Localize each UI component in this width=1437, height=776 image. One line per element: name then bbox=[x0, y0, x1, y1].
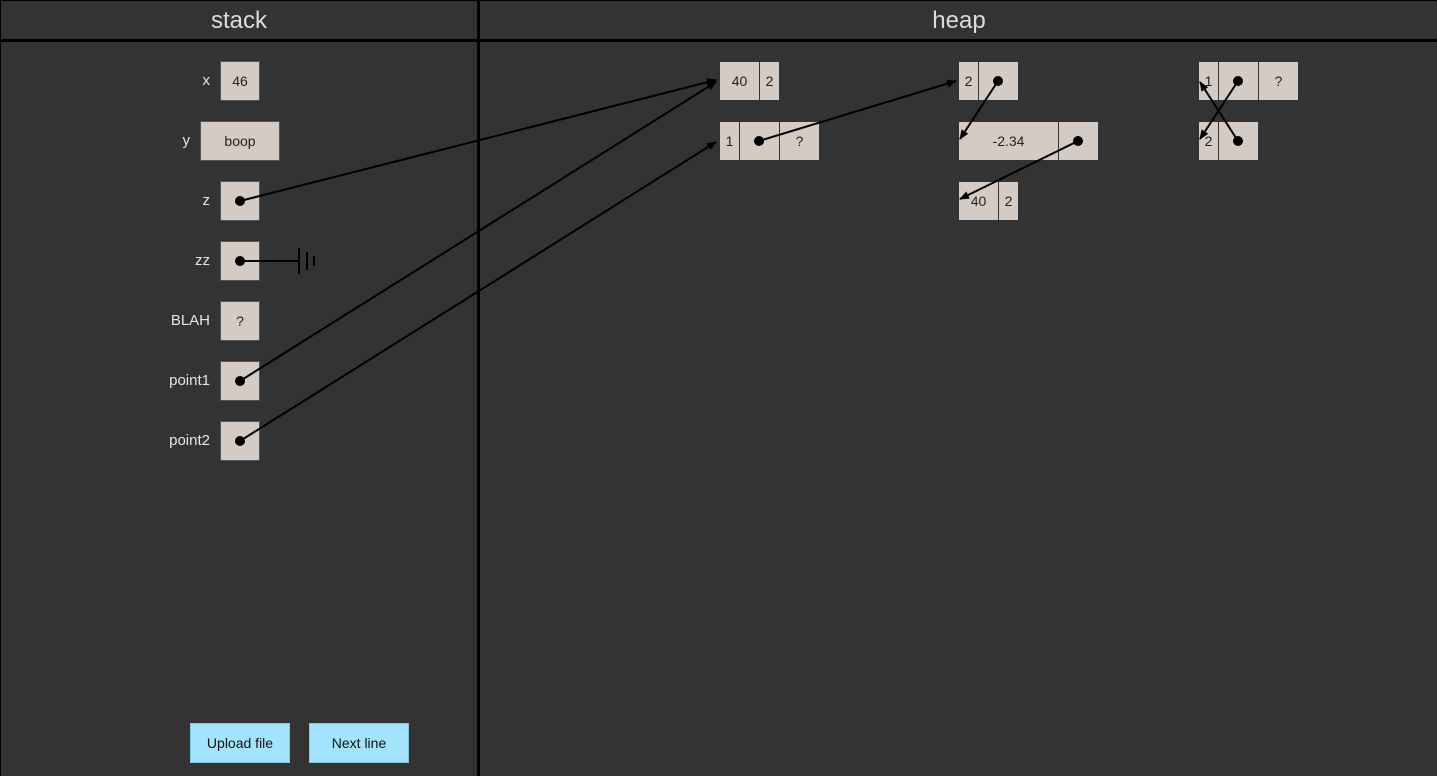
heap-f-field-2: ? bbox=[1258, 61, 1299, 101]
heap-d-field-0: -2.34 bbox=[958, 121, 1059, 161]
next-line-button[interactable]: Next line bbox=[309, 723, 409, 763]
heap-g-field-0: 2 bbox=[1198, 121, 1219, 161]
heap-c-pointer bbox=[978, 61, 1019, 101]
header-divider bbox=[0, 39, 1437, 42]
heap-b-field-2: ? bbox=[779, 121, 820, 161]
heap-d-pointer bbox=[1058, 121, 1099, 161]
pointer-arrows bbox=[235, 76, 1243, 446]
var-label-zz: zz bbox=[195, 252, 210, 269]
heap-a-field-0: 40 bbox=[719, 61, 760, 101]
var-label-blah: BLAH bbox=[170, 312, 210, 329]
null-ground-icon bbox=[298, 248, 315, 274]
heap-f-pointer bbox=[1218, 61, 1259, 101]
var-value-blah: ? bbox=[220, 301, 260, 341]
var-label-x: x bbox=[202, 72, 211, 89]
heap-g-pointer bbox=[1218, 121, 1259, 161]
heap-c-field-0: 2 bbox=[958, 61, 979, 101]
var-value-y: boop bbox=[200, 121, 280, 161]
var-value-x: 46 bbox=[220, 61, 260, 101]
heap-e-field-0: 40 bbox=[958, 181, 999, 221]
heap-b-pointer bbox=[739, 121, 780, 161]
heap-f-field-0: 1 bbox=[1198, 61, 1219, 101]
var-label-z: z bbox=[202, 192, 211, 209]
left-border bbox=[0, 0, 1, 776]
var-label-point1: point1 bbox=[169, 372, 210, 389]
var-pointer-point2 bbox=[220, 421, 260, 461]
upload-file-button[interactable]: Upload file bbox=[190, 723, 290, 763]
stack-panel-title: stack bbox=[210, 7, 267, 34]
memory-visualizer: stack heap x 46 y boop z zz BLAH ? point… bbox=[0, 0, 1437, 776]
heap-e-field-1: 2 bbox=[998, 181, 1019, 221]
heap-b-field-0: 1 bbox=[719, 121, 740, 161]
var-pointer-point1 bbox=[220, 361, 260, 401]
heap-panel-title: heap bbox=[932, 7, 986, 34]
panel-divider bbox=[477, 0, 480, 776]
var-pointer-zz bbox=[220, 241, 260, 281]
var-pointer-z bbox=[220, 181, 260, 221]
heap-a-field-1: 2 bbox=[759, 61, 780, 101]
var-label-point2: point2 bbox=[169, 432, 210, 449]
var-label-y: y bbox=[182, 132, 191, 149]
